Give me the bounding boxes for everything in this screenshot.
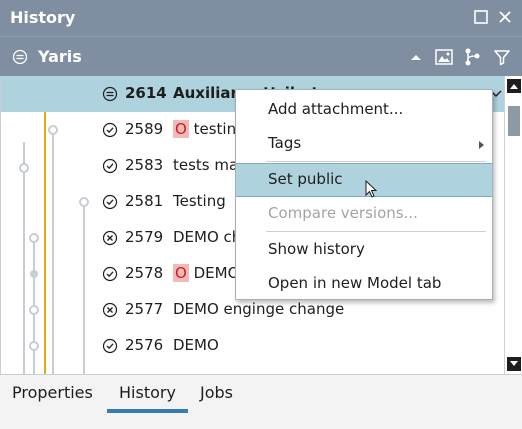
arrow-up-icon	[510, 84, 518, 89]
bottom-tab-bar: Properties History Jobs	[0, 374, 522, 429]
maximize-button[interactable]	[472, 9, 490, 27]
title-bar: History	[0, 0, 522, 36]
version-number: 2577	[125, 300, 164, 318]
tab-history[interactable]: History	[119, 383, 176, 402]
version-number: 2581	[125, 192, 164, 210]
image-icon[interactable]	[434, 47, 454, 67]
x-circle-icon	[102, 230, 118, 246]
scroll-down-button[interactable]	[507, 357, 521, 371]
check-circle-icon	[102, 122, 118, 138]
menu-item-add-attachment[interactable]: Add attachment...	[236, 93, 492, 127]
close-button[interactable]	[496, 9, 514, 27]
filter-icon[interactable]	[492, 47, 512, 67]
submenu-arrow-icon	[479, 141, 484, 149]
in-work-icon	[102, 86, 118, 102]
active-tab-indicator	[107, 409, 188, 413]
collapse-up-icon[interactable]	[406, 47, 426, 67]
badge: O	[173, 264, 189, 282]
check-circle-icon	[102, 266, 118, 282]
window-title: History	[10, 8, 76, 27]
check-circle-icon	[102, 158, 118, 174]
context-menu: Add attachment... Tags Set public Compar…	[235, 89, 493, 300]
menu-separator	[266, 161, 486, 162]
version-number: 2576	[125, 336, 164, 354]
menu-item-tags[interactable]: Tags	[236, 127, 492, 161]
menu-separator	[266, 231, 486, 232]
x-circle-icon	[102, 302, 118, 318]
scroll-thumb[interactable]	[508, 106, 520, 136]
arrow-down-icon	[510, 361, 518, 366]
menu-item-compare-versions: Compare versions...	[268, 204, 418, 222]
scroll-up-button[interactable]	[507, 79, 521, 93]
version-number: 2579	[125, 228, 164, 246]
version-number: 2583	[125, 156, 164, 174]
check-circle-icon	[102, 194, 118, 210]
model-header: Yaris	[0, 36, 522, 77]
badge: O	[173, 120, 189, 138]
version-description: Testing	[173, 192, 226, 210]
version-description: DEMO enginge change	[173, 300, 345, 318]
maximize-icon	[474, 10, 488, 24]
version-number: 2614	[125, 84, 167, 102]
menu-item-set-public[interactable]: Set public	[236, 163, 492, 198]
check-circle-icon	[102, 338, 118, 354]
version-number: 2578	[125, 264, 164, 282]
model-icon	[12, 49, 28, 65]
menu-item-show-history[interactable]: Show history	[236, 233, 492, 267]
tab-jobs[interactable]: Jobs	[200, 383, 233, 402]
version-description: DEMO	[173, 336, 219, 354]
vertical-scrollbar[interactable]	[504, 76, 522, 374]
version-description: O DEMO	[173, 264, 240, 282]
version-number: 2589	[125, 120, 164, 138]
table-row[interactable]: 2576 DEMO	[1, 328, 505, 364]
model-name: Yaris	[38, 47, 82, 66]
version-description: DEMO ch	[173, 228, 242, 246]
version-description: tests ma	[173, 156, 239, 174]
close-icon	[499, 11, 511, 23]
menu-item-open-model-tab[interactable]: Open in new Model tab	[236, 267, 492, 301]
tab-properties[interactable]: Properties	[12, 383, 93, 402]
branch-icon[interactable]	[462, 47, 482, 67]
